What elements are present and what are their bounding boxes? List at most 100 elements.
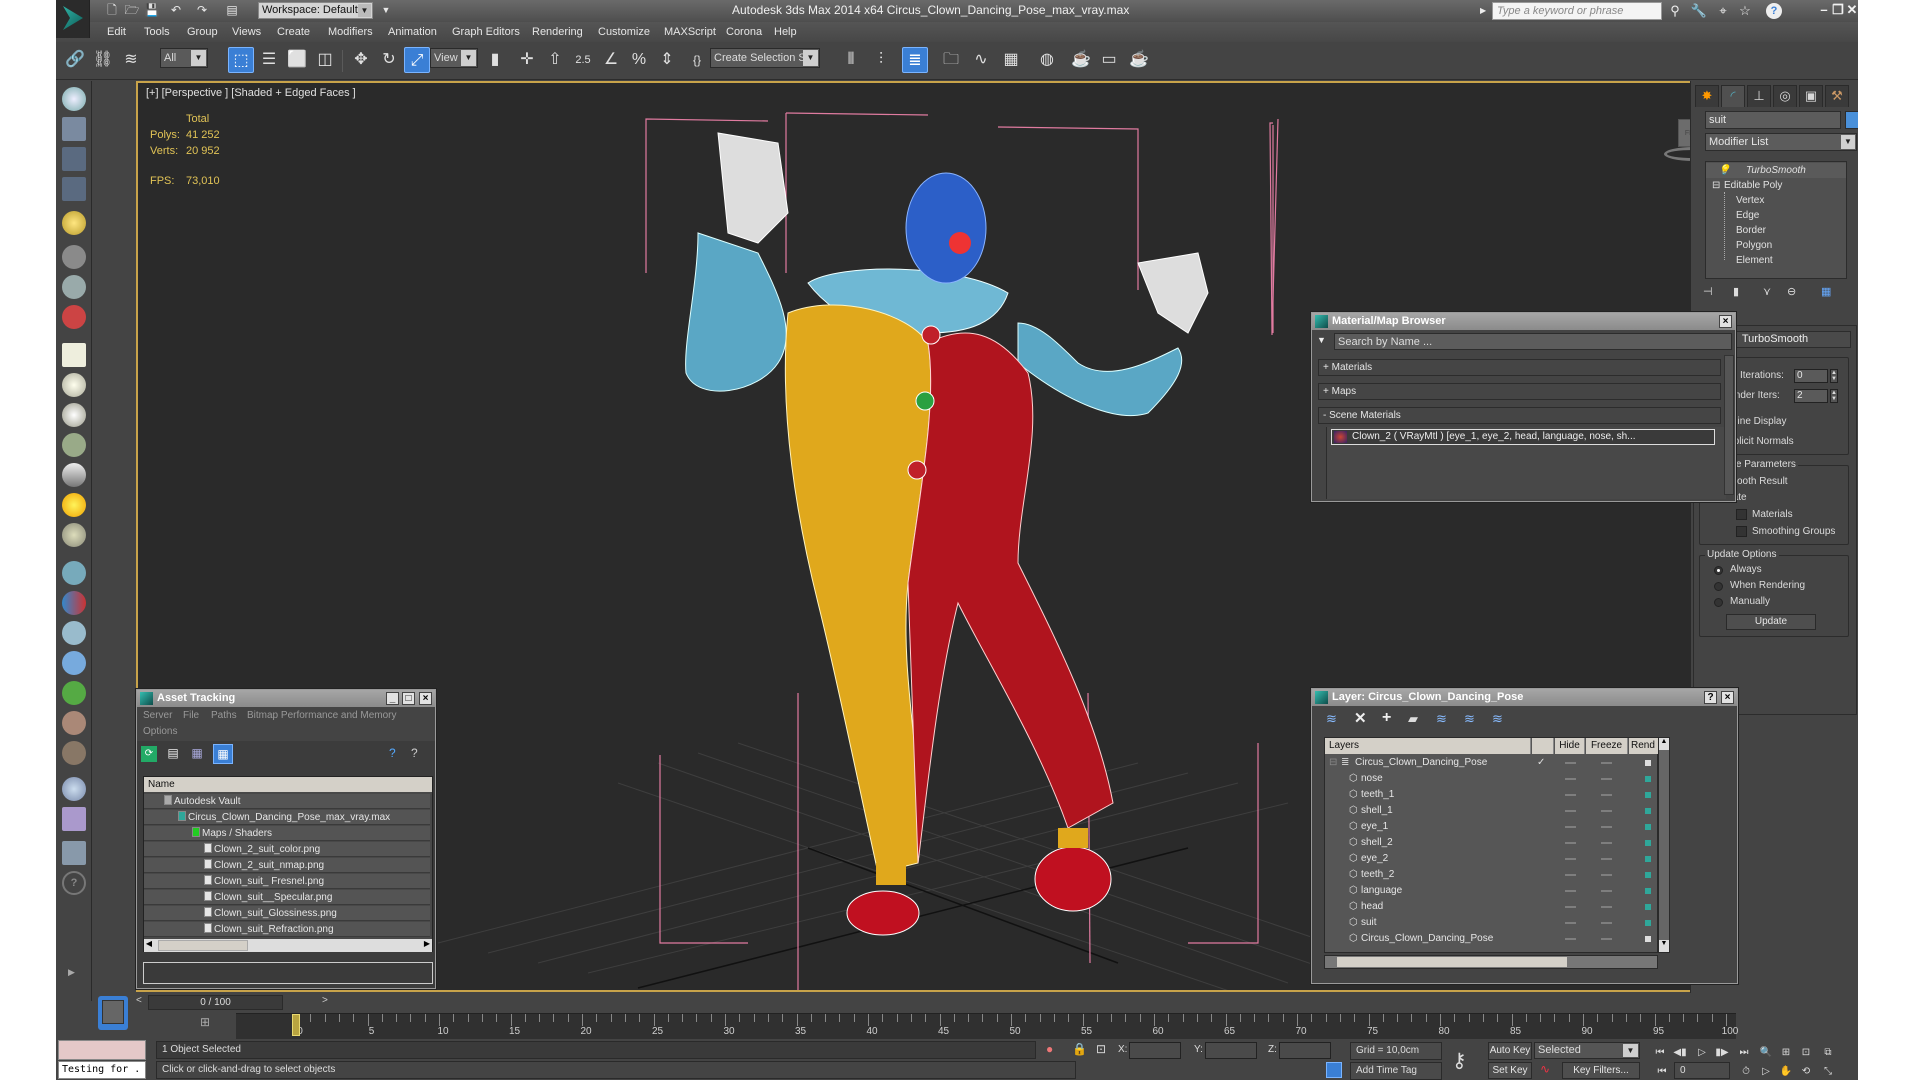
redo-icon[interactable]: ↷ [194, 3, 210, 18]
layer-object-row[interactable]: ⬡ teeth_2 [1325, 867, 1655, 883]
scrollbar-thumb[interactable] [1337, 957, 1567, 967]
separate-smoothing-groups-checkbox[interactable] [1736, 526, 1747, 537]
align-icon[interactable]: ⫶ [868, 47, 894, 73]
previous-frame-icon[interactable]: ◀▮ [1670, 1045, 1690, 1060]
render-toggle-icon[interactable] [1645, 840, 1651, 846]
freeze-toggle[interactable] [1601, 858, 1612, 860]
dome-icon[interactable] [62, 373, 86, 397]
edit-named-selection-icon[interactable]: {} [684, 47, 710, 73]
close-button[interactable]: × [1719, 315, 1732, 328]
scene-material-item[interactable]: Clown_2 ( VRayMtl ) [eye_1, eye_2, head,… [1331, 429, 1715, 445]
modifier-list-dropdown[interactable]: Modifier List ▼ [1705, 133, 1857, 151]
time-slider[interactable]: 0 / 100 [148, 995, 283, 1010]
object-color-swatch[interactable] [1845, 111, 1858, 129]
render-teapot-icon[interactable] [1645, 760, 1651, 766]
time-tag-icon[interactable] [1326, 1062, 1342, 1078]
render-toggle-icon[interactable] [1645, 776, 1651, 782]
layer-object-row[interactable]: ⬡ eye_2 [1325, 851, 1655, 867]
x-coord-input[interactable] [1129, 1042, 1181, 1059]
scene-materials-section[interactable]: - Scene Materials [1318, 407, 1721, 424]
object-name-input[interactable]: suit [1705, 111, 1841, 129]
pivot-icon[interactable]: ▮ [482, 47, 508, 73]
maps-section[interactable]: + Maps [1318, 383, 1721, 400]
stack-item-border[interactable]: Border [1706, 223, 1846, 238]
layer-object-row[interactable]: ⬡ nose [1325, 771, 1655, 787]
key-mode-dropdown[interactable]: Selected ▼ [1534, 1042, 1640, 1059]
hide-unhide-layers-icon[interactable]: ≋ [1464, 711, 1475, 727]
remove-modifier-icon[interactable]: ⊖ [1787, 285, 1796, 298]
lightbulb-icon[interactable]: 💡 [1718, 163, 1730, 178]
curve-editor-icon[interactable]: ∿ [968, 47, 994, 73]
render-setup-icon[interactable]: ☕ [1068, 47, 1094, 73]
separate-materials-checkbox[interactable] [1736, 509, 1747, 520]
animation-camera-icon[interactable] [62, 305, 86, 329]
collapse-icon[interactable]: ⊟ [1329, 755, 1337, 771]
maximize-viewport-icon[interactable]: ⤡ [1818, 1064, 1838, 1079]
next-frame-icon[interactable]: ▮▶ [1712, 1045, 1732, 1060]
asset-row[interactable]: Clown_2_suit_nmap.png [144, 858, 430, 873]
menu-maxscript[interactable]: MAXScript [664, 26, 716, 38]
menu-modifiers[interactable]: Modifiers [328, 26, 373, 38]
set-key-mode-icon[interactable]: ⚷ [1452, 1048, 1467, 1073]
menu-bitmap-performance[interactable]: Bitmap Performance and Memory [247, 710, 397, 721]
render-frame-icon[interactable] [62, 117, 86, 141]
add-to-layer-icon[interactable]: + [1382, 709, 1391, 727]
menu-help[interactable]: Help [774, 26, 797, 38]
render-toggle-icon[interactable] [1645, 808, 1651, 814]
render-toggle-icon[interactable] [1645, 888, 1651, 894]
asset-tracking-titlebar[interactable]: Asset Tracking _ □ × [137, 690, 435, 707]
field-of-view-icon[interactable]: ▷ [1756, 1064, 1776, 1079]
column-name[interactable]: Name [144, 777, 432, 792]
angle-snap-icon[interactable]: ∠ [598, 47, 624, 73]
next-frame-icon[interactable]: > [322, 995, 332, 1010]
expand-strip-icon[interactable]: ▶ [68, 967, 75, 978]
menu-group[interactable]: Group [187, 26, 218, 38]
asset-row[interactable]: Maps / Shaders [144, 826, 430, 841]
layer-object-row[interactable]: ⬡ Circus_Clown_Dancing_Pose [1325, 931, 1655, 947]
sphere-icon[interactable] [62, 777, 86, 801]
make-unique-icon[interactable]: ⋎ [1763, 285, 1771, 298]
render-toggle-icon[interactable] [1645, 872, 1651, 878]
menu-corona[interactable]: Corona [726, 26, 762, 38]
layer-horizontal-scrollbar[interactable] [1324, 955, 1658, 969]
help-icon[interactable]: ? [62, 871, 86, 895]
teapot-icon[interactable] [62, 87, 86, 111]
save-file-icon[interactable]: 💾 [144, 3, 160, 18]
asset-row[interactable]: Clown_2_suit_color.png [144, 842, 430, 857]
scroll-left-icon[interactable]: ◀ [144, 939, 154, 952]
layer-object-row[interactable]: ⬡ suit [1325, 915, 1655, 931]
orbit-icon[interactable]: ⟲ [1796, 1064, 1816, 1079]
bind-spacewarp-icon[interactable]: ≋ [118, 47, 144, 73]
layer-object-row[interactable]: ⬡ teeth_1 [1325, 787, 1655, 803]
workspace-dropdown[interactable]: Workspace: Default ▼ [258, 2, 373, 19]
layer-window-titlebar[interactable]: Layer: Circus_Clown_Dancing_Pose? × [1312, 689, 1737, 706]
freeze-toggle[interactable] [1601, 922, 1612, 924]
unlink-icon[interactable]: ⛓ [90, 47, 116, 73]
light-icon[interactable] [62, 211, 86, 235]
stack-item-editable-poly[interactable]: ⊟ Editable Poly [1706, 178, 1846, 193]
hide-toggle[interactable] [1565, 762, 1576, 764]
tree-view-icon[interactable]: ▦ [189, 746, 205, 762]
import-icon[interactable] [62, 841, 86, 865]
scripts-icon[interactable] [62, 807, 86, 831]
manipulate-icon[interactable]: ✛ [514, 47, 540, 73]
play-icon[interactable]: ▷ [1692, 1045, 1712, 1060]
hide-toggle[interactable] [1565, 938, 1576, 940]
close-button[interactable]: × [1721, 691, 1734, 704]
scene-explorer-icon[interactable]: 🗀 [938, 47, 964, 73]
column-layers[interactable]: Layers [1325, 738, 1531, 754]
maximize-button[interactable]: □ [402, 692, 415, 705]
list-view-icon[interactable]: ▤ [165, 746, 181, 762]
scatter-icon[interactable] [62, 651, 86, 675]
selection-lock-icon[interactable]: 🔒 [1072, 1042, 1087, 1056]
customize-toolbar-icon[interactable]: ▼ [378, 3, 394, 18]
favorites-star-icon[interactable]: ☆ [1736, 3, 1754, 19]
motion-tab[interactable]: ◎ [1773, 85, 1797, 107]
layer-object-row[interactable]: ⬡ shell_1 [1325, 803, 1655, 819]
menu-customize[interactable]: Customize [598, 26, 650, 38]
collapse-icon[interactable]: ⊟ [1712, 178, 1720, 193]
freeze-toggle[interactable] [1601, 842, 1612, 844]
disc-light-icon[interactable] [62, 403, 86, 427]
scroll-right-icon[interactable]: ▶ [422, 939, 432, 952]
binoculars-icon[interactable]: ⚲ [1666, 3, 1684, 19]
